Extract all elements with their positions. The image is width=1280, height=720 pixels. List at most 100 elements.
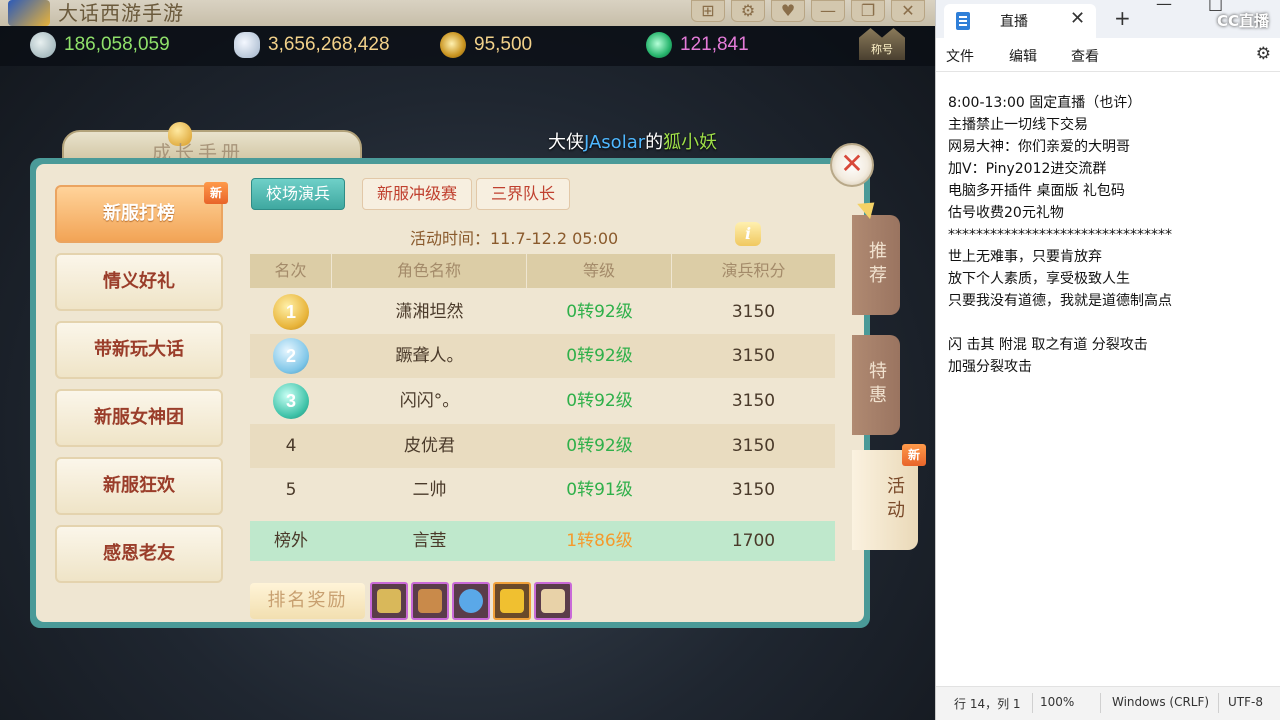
- new-badge: 新: [902, 444, 926, 466]
- rank-cell: 1: [250, 290, 332, 334]
- status-divider: [1100, 693, 1101, 713]
- table-row[interactable]: 5 二帅 0转91级 3150: [250, 468, 835, 512]
- notepad-tabbar: 直播 ✕ + — □ CC直播: [936, 0, 1280, 38]
- text-line: 8:00-13:00 固定直播（也许）: [948, 95, 1142, 111]
- reward-item-slot[interactable]: [493, 582, 531, 620]
- level-cell: 0转92级: [566, 391, 633, 411]
- settings-icon[interactable]: ⚙: [731, 0, 765, 22]
- text-line: 闪 击其 附混 取之有道 分裂攻击: [948, 337, 1148, 353]
- score-cell: 3150: [731, 302, 776, 322]
- minimize-icon[interactable]: —: [1156, 0, 1172, 13]
- menu-item-bring-new-player[interactable]: 带新玩大话: [55, 321, 223, 379]
- table-row[interactable]: 3 闪闪°。 0转92级 3150: [250, 379, 835, 423]
- text-line: 主播禁止一切线下交易: [948, 117, 1088, 133]
- notepad-menubar: 文件 编辑 查看 ⚙: [936, 38, 1280, 72]
- reward-book-icon: [418, 589, 442, 613]
- marquee-mid: 的: [645, 132, 664, 153]
- table-row[interactable]: 4 皮优君 0转92级 3150: [250, 424, 835, 468]
- name-cell: 言莹: [412, 531, 447, 551]
- menu-item-friendship-gift[interactable]: 情义好礼: [55, 253, 223, 311]
- marquee-prefix: 大侠: [548, 132, 584, 153]
- name-cell: 潇湘坦然: [395, 302, 464, 322]
- side-tab-recommend[interactable]: 推荐: [852, 215, 900, 315]
- reward-item-slot[interactable]: [534, 582, 572, 620]
- text-line: 加强分裂攻击: [948, 359, 1032, 375]
- score-cell: 3150: [731, 436, 776, 456]
- game-window: 大话西游手游 ⊞ ⚙ ♥ — ❐ ✕ 186,058,059 3,656,268…: [0, 0, 935, 720]
- reward-scroll-icon: [377, 589, 401, 613]
- currency-value: 3,656,268,428: [268, 34, 390, 55]
- notepad-text-area[interactable]: 8:00-13:00 固定直播（也许） 主播禁止一切线下交易 网易大神：你们亲爱…: [948, 92, 1278, 378]
- tab-drill-ground[interactable]: 校场演兵: [251, 178, 346, 210]
- menu-view[interactable]: 查看: [1071, 46, 1099, 66]
- currency-coin[interactable]: 95,500: [440, 32, 532, 58]
- level-cell: 1转86级: [566, 531, 633, 551]
- tab-level-race[interactable]: 新服冲级赛: [362, 178, 473, 210]
- name-cell: 蹶聋人。: [395, 346, 464, 366]
- close-panel-button[interactable]: ✕: [830, 143, 874, 187]
- currency-xianyu[interactable]: 186,058,059: [30, 32, 170, 58]
- notepad-statusbar: 行 14，列 1 100% Windows (CRLF) UTF-8: [936, 686, 1280, 720]
- new-tab-button[interactable]: +: [1114, 6, 1131, 30]
- header-level: 等级: [527, 254, 672, 288]
- currency-silver[interactable]: 3,656,268,428: [234, 32, 390, 58]
- rank-cell: 4: [285, 436, 297, 456]
- reward-item-slot[interactable]: [452, 582, 490, 620]
- notepad-window: 直播 ✕ + — □ CC直播 文件 编辑 查看 ⚙ 8:00-13:00 固定…: [935, 0, 1280, 720]
- jade-icon: [646, 32, 672, 58]
- currency-jade[interactable]: 121,841: [646, 32, 749, 58]
- xianyu-icon: [30, 32, 56, 58]
- line-ending: Windows (CRLF): [1112, 695, 1210, 709]
- close-tab-icon[interactable]: ✕: [1070, 8, 1085, 29]
- game-app-title: 大话西游手游: [58, 1, 184, 25]
- rank-cell: 2: [250, 334, 332, 378]
- table-row[interactable]: 2 蹶聋人。 0转92级 3150: [250, 334, 835, 378]
- table-row[interactable]: 1 潇湘坦然 0转92级 3150: [250, 290, 835, 334]
- menu-item-new-server-carnival[interactable]: 新服狂欢: [55, 457, 223, 515]
- name-cell: 皮优君: [404, 436, 455, 456]
- reward-item-slot[interactable]: [370, 582, 408, 620]
- currency-value: 121,841: [680, 34, 749, 55]
- ranking-reward-label: 排名奖励: [250, 583, 365, 619]
- menu-item-thanks-old-friends[interactable]: 感恩老友: [55, 525, 223, 583]
- ranking-table-header: 名次 角色名称 等级 演兵积分: [250, 254, 835, 288]
- reward-item-slot[interactable]: [411, 582, 449, 620]
- text-line: ********************************: [948, 227, 1172, 243]
- text-line: 只要我没有道德，我就是道德制高点: [948, 293, 1172, 309]
- coin-icon: [440, 32, 466, 58]
- currency-value: 95,500: [474, 34, 533, 55]
- notepad-tab[interactable]: 直播 ✕: [944, 4, 1096, 38]
- minimize-icon[interactable]: —: [811, 0, 845, 22]
- rank-cell: 5: [285, 480, 297, 500]
- zoom-level: 100%: [1040, 695, 1075, 709]
- gold-medal-icon: 1: [273, 294, 309, 330]
- level-cell: 0转92级: [566, 346, 633, 366]
- tab-three-realms-captain[interactable]: 三界队长: [476, 178, 571, 210]
- game-app-icon: [8, 0, 50, 26]
- new-badge: 新: [204, 182, 228, 204]
- header-name: 角色名称: [332, 254, 527, 288]
- menu-item-new-server-ranking[interactable]: 新服打榜: [55, 185, 223, 243]
- score-cell: 3150: [731, 346, 776, 366]
- silver-medal-icon: 2: [273, 338, 309, 374]
- menu-item-goddess-group[interactable]: 新服女神团: [55, 389, 223, 447]
- info-icon[interactable]: i: [735, 222, 761, 246]
- score-cell: 3150: [731, 480, 776, 500]
- encoding: UTF-8: [1228, 695, 1263, 709]
- restore-icon[interactable]: ❐: [851, 0, 885, 22]
- text-line: [948, 312, 1278, 334]
- document-icon: [956, 12, 970, 30]
- text-line: 放下个人素质，享受极致人生: [948, 271, 1130, 287]
- side-tab-special-offer[interactable]: 特惠: [852, 335, 900, 435]
- favorite-icon[interactable]: ♥: [771, 0, 805, 22]
- reward-gold-icon: [500, 589, 524, 613]
- menu-edit[interactable]: 编辑: [1009, 46, 1037, 66]
- gear-icon[interactable]: ⚙: [1256, 44, 1271, 64]
- menu-file[interactable]: 文件: [946, 46, 974, 66]
- game-titlebar: 大话西游手游 ⊞ ⚙ ♥ — ❐ ✕: [0, 0, 935, 26]
- screenshot-icon[interactable]: ⊞: [691, 0, 725, 22]
- cc-live-watermark: CC直播: [1216, 12, 1269, 30]
- close-window-icon[interactable]: ✕: [891, 0, 925, 22]
- text-line: 估号收费20元礼物: [948, 205, 1064, 221]
- rank-badge-icon[interactable]: 称号: [859, 28, 905, 60]
